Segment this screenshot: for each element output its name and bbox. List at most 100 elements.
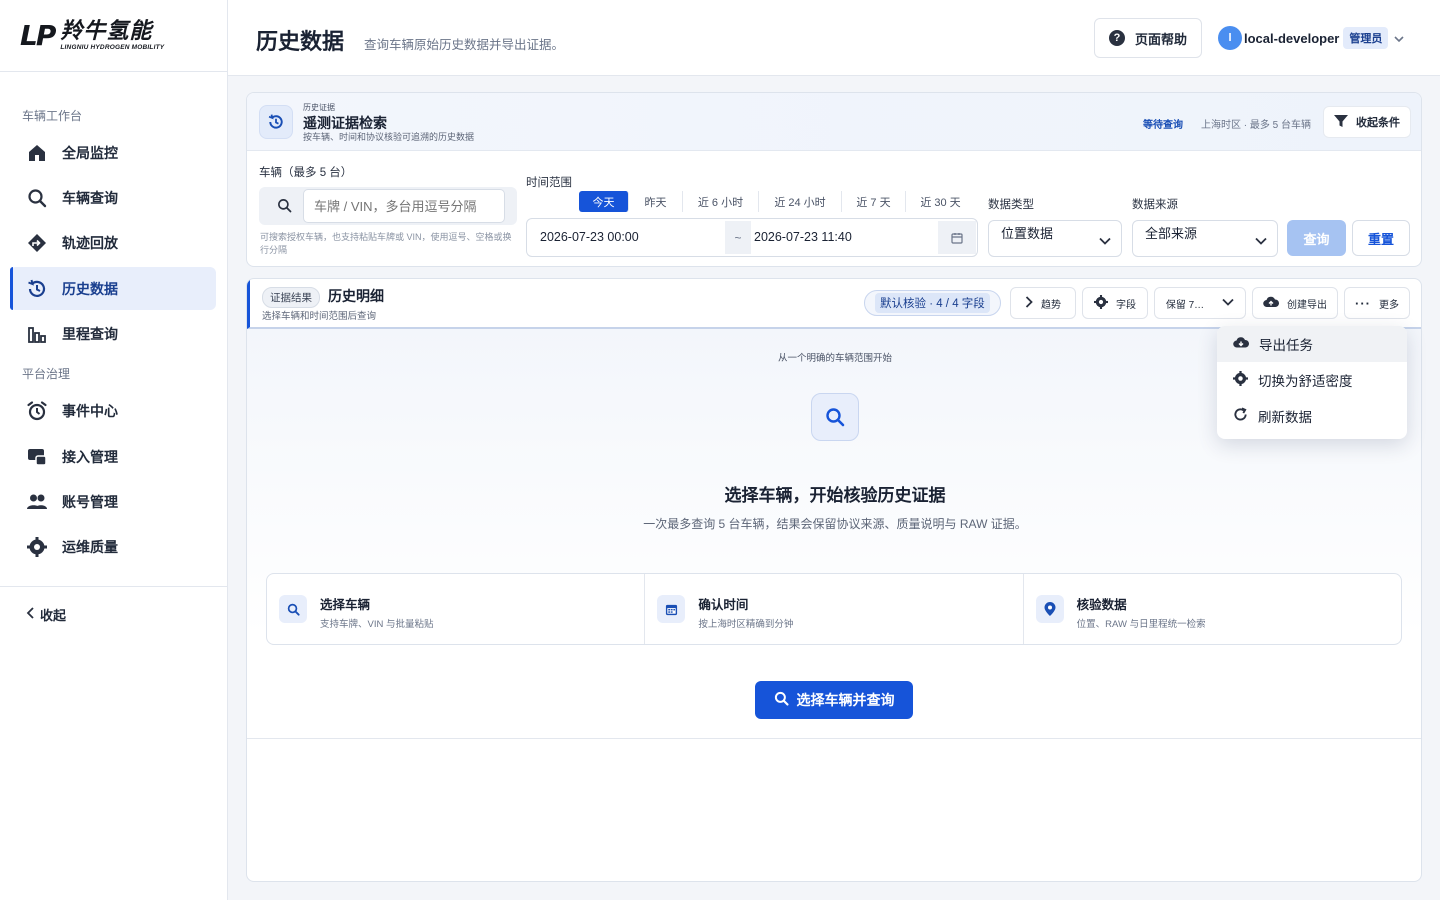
sidebar-item-account-management[interactable]: 账号管理 <box>10 480 216 523</box>
retain-select[interactable]: 保留 7… <box>1154 287 1246 319</box>
step-title: 确认时间 <box>698 598 749 612</box>
logo-mark: LP <box>20 19 56 52</box>
sidebar-item-access-management[interactable]: 接入管理 <box>10 435 216 478</box>
device-icon <box>26 446 48 468</box>
search-panel: 历史证据 遥测证据检索 按车辆、时间和协议核验可追溯的历史数据 等待查询 上海时… <box>246 92 1422 267</box>
menu-item-comfort-density[interactable]: 切换为舒适密度 <box>1217 362 1407 398</box>
bar-chart-icon <box>26 323 48 345</box>
nav-group-workspace: 车辆工作台 <box>22 109 83 123</box>
empty-description: 一次最多查询 5 台车辆，结果会保留协议来源、质量说明与 RAW 证据。 <box>643 517 1027 531</box>
sidebar-item-label: 事件中心 <box>62 402 118 419</box>
search-panel-header: 历史证据 遥测证据检索 按车辆、时间和协议核验可追溯的历史数据 等待查询 上海时… <box>247 93 1421 151</box>
top-header: 历史数据 查询车辆原始历史数据并导出证据。 ? 页面帮助 l local-dev… <box>228 0 1440 76</box>
data-source-label: 数据来源 <box>1132 199 1178 211</box>
sidebar-item-label: 历史数据 <box>62 280 118 297</box>
search-icon <box>26 187 48 209</box>
filter-icon <box>1334 114 1348 131</box>
preset-today[interactable]: 今天 <box>579 191 629 212</box>
sidebar-item-label: 接入管理 <box>62 448 118 465</box>
search-icon <box>811 393 859 441</box>
menu-item-label: 切换为舒适密度 <box>1258 374 1353 389</box>
result-title: 历史明细 <box>328 288 384 304</box>
create-export-label: 创建导出 <box>1287 299 1327 311</box>
result-tag: 证据结果 <box>262 287 320 308</box>
vehicle-search-box <box>259 187 517 225</box>
sidebar-item-ops-quality[interactable]: 运维质量 <box>10 525 216 568</box>
sidebar-item-mileage-query[interactable]: 里程查询 <box>10 312 216 355</box>
data-type-select[interactable]: 位置数据 <box>988 220 1122 257</box>
preset-24h[interactable]: 近 24 小时 <box>759 191 842 212</box>
chevron-right-icon <box>1025 295 1033 311</box>
chevron-down-icon <box>1394 31 1404 46</box>
calendar-icon[interactable] <box>938 221 976 254</box>
step-title: 选择车辆 <box>320 598 371 612</box>
preset-30d[interactable]: 近 30 天 <box>906 191 975 212</box>
user-name: local-developer <box>1244 30 1340 46</box>
brand-logo[interactable]: LP 羚牛氢能 LINGNIU HYDROGEN MOBILITY <box>0 0 227 72</box>
calendar-icon <box>657 595 686 623</box>
search-icon <box>277 198 292 218</box>
role-badge: 管理员 <box>1343 27 1389 49</box>
home-icon <box>26 142 48 164</box>
page-help-button[interactable]: ? 页面帮助 <box>1094 18 1202 58</box>
data-source-select[interactable]: 全部来源 <box>1132 220 1278 257</box>
search-kicker: 历史证据 <box>303 103 335 112</box>
query-status: 等待查询 <box>1143 120 1183 131</box>
route-icon <box>26 232 48 254</box>
sidebar-item-global-monitor[interactable]: 全局监控 <box>10 131 216 174</box>
preset-yesterday[interactable]: 昨天 <box>629 191 683 212</box>
nav-group-platform: 平台治理 <box>22 367 71 381</box>
step-confirm-time: 确认时间 按上海时区精确到分钟 <box>645 574 1024 644</box>
sidebar-item-label: 全局监控 <box>62 144 118 161</box>
vehicle-label: 车辆（最多 5 台） <box>259 167 353 179</box>
select-vehicle-query-button[interactable]: 选择车辆并查询 <box>755 681 913 719</box>
menu-item-refresh[interactable]: 刷新数据 <box>1217 398 1407 434</box>
sidebar-item-label: 运维质量 <box>62 538 118 555</box>
trend-button[interactable]: 趋势 <box>1010 287 1076 319</box>
result-toolbar: 证据结果 历史明细 选择车辆和时间范围后查询 默认核验 · 4 / 4 字段 趋… <box>247 279 1421 329</box>
fields-label: 字段 <box>1116 299 1136 311</box>
history-icon <box>26 278 48 300</box>
more-label: 更多 <box>1379 299 1399 311</box>
query-button[interactable]: 查询 <box>1287 220 1346 256</box>
start-time[interactable]: 2026-07-23 00:00 <box>540 230 639 244</box>
chevron-down-icon <box>1099 233 1111 248</box>
step-select-vehicle: 选择车辆 支持车牌、VIN 与批量粘贴 <box>267 574 646 644</box>
chevron-down-icon <box>1255 233 1267 248</box>
create-export-button[interactable]: 创建导出 <box>1252 287 1338 319</box>
reset-button[interactable]: 重置 <box>1352 220 1410 256</box>
step-title: 核验数据 <box>1076 598 1127 612</box>
more-button[interactable]: ··· 更多 <box>1344 287 1410 319</box>
search-icon <box>279 595 307 623</box>
menu-item-export-tasks[interactable]: 导出任务 <box>1217 326 1407 362</box>
location-pin-icon <box>1035 595 1064 623</box>
result-subtitle: 选择车辆和时间范围后查询 <box>262 311 377 322</box>
step-verify-data: 核验数据 位置、RAW 与日里程统一检索 <box>1024 574 1401 644</box>
logo-name-en: LINGNIU HYDROGEN MOBILITY <box>60 44 165 51</box>
data-type-value: 位置数据 <box>1001 226 1054 241</box>
time-range-label: 时间范围 <box>526 177 572 189</box>
step-description: 支持车牌、VIN 与批量粘贴 <box>320 619 434 630</box>
step-guide: 选择车辆 支持车牌、VIN 与批量粘贴 确认时间 按上海时区精确到分钟 核验数据… <box>266 573 1402 645</box>
preset-6h[interactable]: 近 6 小时 <box>683 191 759 212</box>
users-icon <box>26 491 48 513</box>
sidebar-item-vehicle-query[interactable]: 车辆查询 <box>10 176 216 219</box>
preset-7d[interactable]: 近 7 天 <box>842 191 906 212</box>
avatar: l <box>1218 26 1242 50</box>
vehicle-input[interactable] <box>303 189 505 223</box>
sidebar-collapse-button[interactable]: 收起 <box>0 586 228 624</box>
user-menu[interactable]: l local-developer 管理员 <box>1218 26 1404 50</box>
help-label: 页面帮助 <box>1134 31 1187 47</box>
page-title: 历史数据 <box>256 29 345 54</box>
fields-button[interactable]: 字段 <box>1082 287 1148 319</box>
sidebar-item-event-center[interactable]: 事件中心 <box>10 389 216 432</box>
sidebar-item-history-data[interactable]: 历史数据 <box>10 267 216 310</box>
empty-title: 选择车辆，开始核验历史证据 <box>724 486 946 505</box>
data-type-label: 数据类型 <box>988 199 1034 211</box>
date-range-picker[interactable]: 2026-07-23 00:00 ~ 2026-07-23 11:40 <box>526 218 978 257</box>
default-check-badge[interactable]: 默认核验 · 4 / 4 字段 <box>864 290 1001 316</box>
collapse-conditions-button[interactable]: 收起条件 <box>1323 106 1411 138</box>
alarm-icon <box>26 400 48 422</box>
sidebar-item-track-replay[interactable]: 轨迹回放 <box>10 221 216 264</box>
end-time[interactable]: 2026-07-23 11:40 <box>754 230 852 244</box>
